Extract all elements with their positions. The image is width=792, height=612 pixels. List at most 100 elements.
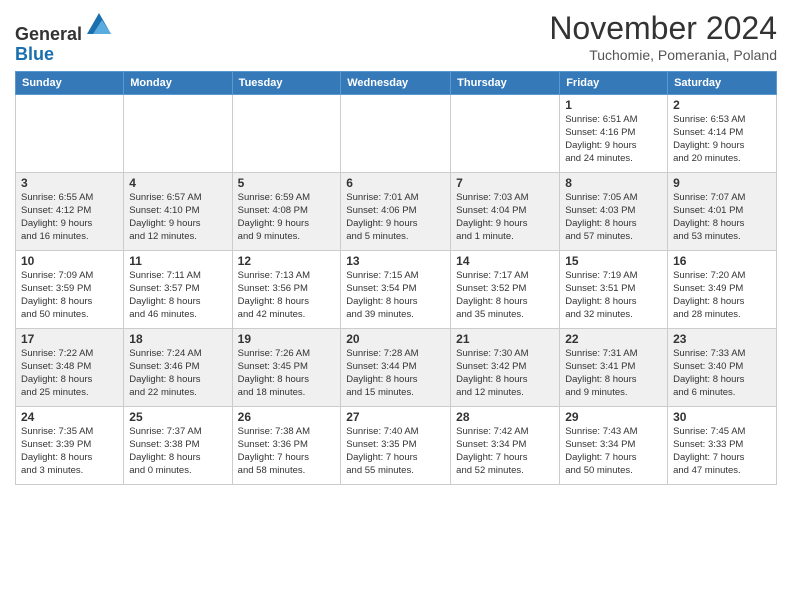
day-number: 22 <box>565 332 662 346</box>
calendar-cell: 13Sunrise: 7:15 AM Sunset: 3:54 PM Dayli… <box>341 250 451 328</box>
header-tuesday: Tuesday <box>232 71 341 94</box>
calendar-week-3: 17Sunrise: 7:22 AM Sunset: 3:48 PM Dayli… <box>16 328 777 406</box>
day-number: 12 <box>238 254 336 268</box>
day-info: Sunrise: 7:40 AM Sunset: 3:35 PM Dayligh… <box>346 425 445 478</box>
day-info: Sunrise: 7:24 AM Sunset: 3:46 PM Dayligh… <box>129 347 226 400</box>
calendar-cell: 9Sunrise: 7:07 AM Sunset: 4:01 PM Daylig… <box>668 172 777 250</box>
day-info: Sunrise: 7:38 AM Sunset: 3:36 PM Dayligh… <box>238 425 336 478</box>
calendar-cell: 25Sunrise: 7:37 AM Sunset: 3:38 PM Dayli… <box>124 406 232 484</box>
day-info: Sunrise: 7:03 AM Sunset: 4:04 PM Dayligh… <box>456 191 554 244</box>
day-info: Sunrise: 6:53 AM Sunset: 4:14 PM Dayligh… <box>673 113 771 166</box>
calendar-week-2: 10Sunrise: 7:09 AM Sunset: 3:59 PM Dayli… <box>16 250 777 328</box>
calendar-cell <box>124 94 232 172</box>
day-info: Sunrise: 7:20 AM Sunset: 3:49 PM Dayligh… <box>673 269 771 322</box>
page-container: General Blue November 2024 Tuchomie, Pom… <box>0 0 792 612</box>
header-friday: Friday <box>560 71 668 94</box>
header-monday: Monday <box>124 71 232 94</box>
day-number: 24 <box>21 410 118 424</box>
day-info: Sunrise: 7:42 AM Sunset: 3:34 PM Dayligh… <box>456 425 554 478</box>
header-sunday: Sunday <box>16 71 124 94</box>
calendar-cell: 15Sunrise: 7:19 AM Sunset: 3:51 PM Dayli… <box>560 250 668 328</box>
calendar-cell: 16Sunrise: 7:20 AM Sunset: 3:49 PM Dayli… <box>668 250 777 328</box>
day-number: 9 <box>673 176 771 190</box>
logo-blue: Blue <box>15 44 54 64</box>
calendar-cell: 21Sunrise: 7:30 AM Sunset: 3:42 PM Dayli… <box>451 328 560 406</box>
day-info: Sunrise: 7:31 AM Sunset: 3:41 PM Dayligh… <box>565 347 662 400</box>
logo: General Blue <box>15 10 114 65</box>
calendar-cell: 30Sunrise: 7:45 AM Sunset: 3:33 PM Dayli… <box>668 406 777 484</box>
calendar: Sunday Monday Tuesday Wednesday Thursday… <box>15 71 777 485</box>
calendar-cell: 26Sunrise: 7:38 AM Sunset: 3:36 PM Dayli… <box>232 406 341 484</box>
calendar-cell: 4Sunrise: 6:57 AM Sunset: 4:10 PM Daylig… <box>124 172 232 250</box>
day-number: 8 <box>565 176 662 190</box>
day-number: 25 <box>129 410 226 424</box>
day-info: Sunrise: 7:13 AM Sunset: 3:56 PM Dayligh… <box>238 269 336 322</box>
calendar-cell: 6Sunrise: 7:01 AM Sunset: 4:06 PM Daylig… <box>341 172 451 250</box>
day-number: 5 <box>238 176 336 190</box>
day-number: 1 <box>565 98 662 112</box>
day-info: Sunrise: 7:01 AM Sunset: 4:06 PM Dayligh… <box>346 191 445 244</box>
day-number: 4 <box>129 176 226 190</box>
day-number: 7 <box>456 176 554 190</box>
calendar-cell: 14Sunrise: 7:17 AM Sunset: 3:52 PM Dayli… <box>451 250 560 328</box>
calendar-cell: 5Sunrise: 6:59 AM Sunset: 4:08 PM Daylig… <box>232 172 341 250</box>
calendar-cell: 7Sunrise: 7:03 AM Sunset: 4:04 PM Daylig… <box>451 172 560 250</box>
day-number: 13 <box>346 254 445 268</box>
calendar-cell: 12Sunrise: 7:13 AM Sunset: 3:56 PM Dayli… <box>232 250 341 328</box>
day-number: 30 <box>673 410 771 424</box>
day-number: 10 <box>21 254 118 268</box>
calendar-cell <box>451 94 560 172</box>
calendar-header-row: Sunday Monday Tuesday Wednesday Thursday… <box>16 71 777 94</box>
day-number: 17 <box>21 332 118 346</box>
day-number: 29 <box>565 410 662 424</box>
day-number: 15 <box>565 254 662 268</box>
day-info: Sunrise: 7:30 AM Sunset: 3:42 PM Dayligh… <box>456 347 554 400</box>
day-number: 6 <box>346 176 445 190</box>
calendar-cell: 22Sunrise: 7:31 AM Sunset: 3:41 PM Dayli… <box>560 328 668 406</box>
calendar-cell: 11Sunrise: 7:11 AM Sunset: 3:57 PM Dayli… <box>124 250 232 328</box>
day-number: 19 <box>238 332 336 346</box>
subtitle: Tuchomie, Pomerania, Poland <box>549 47 777 63</box>
day-info: Sunrise: 7:43 AM Sunset: 3:34 PM Dayligh… <box>565 425 662 478</box>
calendar-cell: 23Sunrise: 7:33 AM Sunset: 3:40 PM Dayli… <box>668 328 777 406</box>
day-info: Sunrise: 7:19 AM Sunset: 3:51 PM Dayligh… <box>565 269 662 322</box>
calendar-cell: 24Sunrise: 7:35 AM Sunset: 3:39 PM Dayli… <box>16 406 124 484</box>
header-wednesday: Wednesday <box>341 71 451 94</box>
calendar-cell: 1Sunrise: 6:51 AM Sunset: 4:16 PM Daylig… <box>560 94 668 172</box>
day-info: Sunrise: 7:09 AM Sunset: 3:59 PM Dayligh… <box>21 269 118 322</box>
day-info: Sunrise: 7:33 AM Sunset: 3:40 PM Dayligh… <box>673 347 771 400</box>
day-number: 18 <box>129 332 226 346</box>
header: General Blue November 2024 Tuchomie, Pom… <box>15 10 777 65</box>
calendar-cell <box>232 94 341 172</box>
day-info: Sunrise: 7:37 AM Sunset: 3:38 PM Dayligh… <box>129 425 226 478</box>
day-info: Sunrise: 7:05 AM Sunset: 4:03 PM Dayligh… <box>565 191 662 244</box>
calendar-cell: 18Sunrise: 7:24 AM Sunset: 3:46 PM Dayli… <box>124 328 232 406</box>
day-info: Sunrise: 7:35 AM Sunset: 3:39 PM Dayligh… <box>21 425 118 478</box>
calendar-cell: 2Sunrise: 6:53 AM Sunset: 4:14 PM Daylig… <box>668 94 777 172</box>
calendar-cell <box>341 94 451 172</box>
day-info: Sunrise: 7:45 AM Sunset: 3:33 PM Dayligh… <box>673 425 771 478</box>
day-info: Sunrise: 6:55 AM Sunset: 4:12 PM Dayligh… <box>21 191 118 244</box>
day-number: 16 <box>673 254 771 268</box>
calendar-cell: 29Sunrise: 7:43 AM Sunset: 3:34 PM Dayli… <box>560 406 668 484</box>
day-number: 28 <box>456 410 554 424</box>
calendar-cell: 20Sunrise: 7:28 AM Sunset: 3:44 PM Dayli… <box>341 328 451 406</box>
calendar-cell: 3Sunrise: 6:55 AM Sunset: 4:12 PM Daylig… <box>16 172 124 250</box>
header-saturday: Saturday <box>668 71 777 94</box>
calendar-cell: 28Sunrise: 7:42 AM Sunset: 3:34 PM Dayli… <box>451 406 560 484</box>
day-info: Sunrise: 7:07 AM Sunset: 4:01 PM Dayligh… <box>673 191 771 244</box>
day-info: Sunrise: 7:28 AM Sunset: 3:44 PM Dayligh… <box>346 347 445 400</box>
day-info: Sunrise: 7:15 AM Sunset: 3:54 PM Dayligh… <box>346 269 445 322</box>
calendar-week-4: 24Sunrise: 7:35 AM Sunset: 3:39 PM Dayli… <box>16 406 777 484</box>
day-number: 21 <box>456 332 554 346</box>
day-info: Sunrise: 6:51 AM Sunset: 4:16 PM Dayligh… <box>565 113 662 166</box>
day-info: Sunrise: 6:59 AM Sunset: 4:08 PM Dayligh… <box>238 191 336 244</box>
day-number: 27 <box>346 410 445 424</box>
calendar-cell <box>16 94 124 172</box>
day-info: Sunrise: 7:26 AM Sunset: 3:45 PM Dayligh… <box>238 347 336 400</box>
header-thursday: Thursday <box>451 71 560 94</box>
day-info: Sunrise: 7:11 AM Sunset: 3:57 PM Dayligh… <box>129 269 226 322</box>
calendar-cell: 27Sunrise: 7:40 AM Sunset: 3:35 PM Dayli… <box>341 406 451 484</box>
logo-icon <box>84 10 114 40</box>
calendar-week-0: 1Sunrise: 6:51 AM Sunset: 4:16 PM Daylig… <box>16 94 777 172</box>
